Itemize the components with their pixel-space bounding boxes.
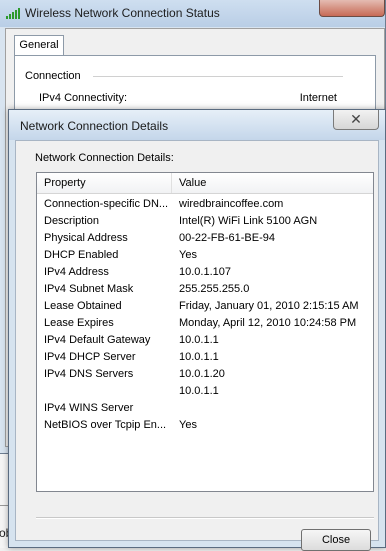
- list-item[interactable]: NetBIOS over Tcpip En... Yes: [37, 417, 373, 434]
- row-value: 10.0.1.1: [179, 351, 219, 363]
- wireless-signal-icon: [6, 8, 20, 19]
- list-header: Property Value: [37, 173, 373, 194]
- dialog-close-x-button[interactable]: ✕: [333, 110, 379, 130]
- row-property: Description: [44, 215, 100, 227]
- row-property: IPv4 Address: [44, 266, 109, 278]
- close-icon: ✕: [350, 111, 362, 127]
- column-header-value[interactable]: Value: [179, 177, 206, 189]
- row-value: 10.0.1.1: [179, 385, 219, 397]
- column-header-property[interactable]: Property: [44, 177, 86, 189]
- row-property: IPv4 DHCP Server: [44, 351, 136, 363]
- row-value: 10.0.1.1: [179, 334, 219, 346]
- row-property: Lease Expires: [44, 317, 114, 329]
- ipv4-connectivity-label: IPv4 Connectivity:: [39, 92, 128, 104]
- section-divider: [93, 76, 343, 77]
- list-item[interactable]: IPv4 WINS Server: [37, 400, 373, 417]
- dialog-title: Network Connection Details: [20, 119, 169, 133]
- row-value: 00-22-FB-61-BE-94: [179, 232, 275, 244]
- row-property: Lease Obtained: [44, 300, 122, 312]
- list-item[interactable]: Lease Obtained Friday, January 01, 2010 2…: [37, 298, 373, 315]
- row-value: Intel(R) WiFi Link 5100 AGN: [179, 215, 318, 227]
- dialog-title-bar[interactable]: Network Connection Details ✕: [9, 110, 385, 140]
- row-property: Physical Address: [44, 232, 128, 244]
- row-property: IPv4 Default Gateway: [44, 334, 151, 346]
- row-value: wiredbraincoffee.com: [179, 198, 284, 210]
- connection-section-label: Connection: [25, 70, 81, 82]
- list-item[interactable]: Physical Address 00-22-FB-61-BE-94: [37, 230, 373, 247]
- list-item[interactable]: IPv4 Default Gateway 10.0.1.1: [37, 332, 373, 349]
- row-value: Monday, April 12, 2010 10:24:58 PM: [179, 317, 357, 329]
- row-value: 255.255.255.0: [179, 283, 250, 295]
- row-value: Yes: [179, 249, 197, 261]
- list-item[interactable]: Connection-specific DN... wiredbraincoffe…: [37, 196, 373, 213]
- details-list[interactable]: Property Value Connection-specific DN...…: [36, 172, 374, 492]
- list-item[interactable]: Lease Expires Monday, April 12, 2010 10:2…: [37, 315, 373, 332]
- back-close-button[interactable]: [319, 0, 385, 17]
- button-divider: [36, 517, 374, 519]
- list-item[interactable]: 10.0.1.1: [37, 383, 373, 400]
- row-value: 10.0.1.20: [179, 368, 225, 380]
- list-rows: Connection-specific DN... wiredbraincoffe…: [37, 196, 373, 434]
- details-label: Network Connection Details:: [35, 152, 174, 164]
- row-property: IPv4 Subnet Mask: [44, 283, 134, 295]
- back-title-bar[interactable]: Wireless Network Connection Status: [0, 0, 385, 27]
- column-separator[interactable]: [171, 173, 172, 193]
- row-property: IPv4 DNS Servers: [44, 368, 134, 380]
- tab-general[interactable]: General: [14, 35, 64, 56]
- list-item[interactable]: DHCP Enabled Yes: [37, 247, 373, 264]
- row-value: Yes: [179, 419, 197, 431]
- row-property: DHCP Enabled: [44, 249, 119, 261]
- row-value: Friday, January 01, 2010 2:15:15 AM: [179, 300, 359, 312]
- ipv4-connectivity-value: Internet: [299, 92, 337, 104]
- row-value: 10.0.1.107: [179, 266, 231, 278]
- list-item[interactable]: IPv4 Subnet Mask 255.255.255.0: [37, 281, 373, 298]
- row-property: Connection-specific DN...: [44, 198, 168, 210]
- list-item[interactable]: Description Intel(R) WiFi Link 5100 AGN: [37, 213, 373, 230]
- back-window-title: Wireless Network Connection Status: [25, 6, 220, 20]
- list-item[interactable]: IPv4 Address 10.0.1.107: [37, 264, 373, 281]
- list-item[interactable]: IPv4 DHCP Server 10.0.1.1: [37, 349, 373, 366]
- dialog-body: Network Connection Details: Property Val…: [15, 140, 379, 551]
- row-property: NetBIOS over Tcpip En...: [44, 419, 167, 431]
- list-item[interactable]: IPv4 DNS Servers 10.0.1.20: [37, 366, 373, 383]
- network-details-dialog: Network Connection Details ✕ Network Con…: [8, 109, 386, 551]
- row-property: IPv4 WINS Server: [44, 402, 134, 414]
